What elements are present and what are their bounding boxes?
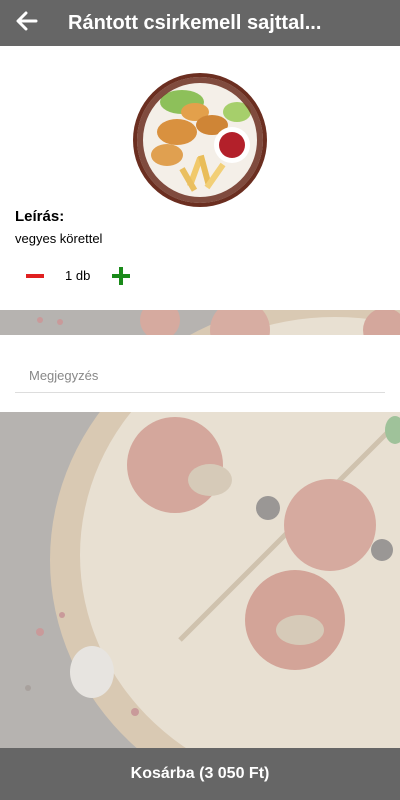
product-card: Leírás: vegyes körettel 1 db [0, 46, 400, 310]
product-image [137, 77, 263, 203]
quantity-stepper: 1 db [15, 260, 145, 290]
add-to-cart-button[interactable]: Kosárba (3 050 Ft) [0, 748, 400, 800]
back-button[interactable] [0, 0, 54, 46]
note-input[interactable] [15, 359, 385, 393]
increase-quantity-button[interactable] [110, 265, 132, 287]
description-text: vegyes körettel [15, 231, 103, 246]
quantity-value: 1 db [65, 268, 91, 283]
decrease-quantity-button[interactable] [24, 265, 46, 287]
arrow-left-icon[interactable] [16, 11, 38, 36]
top-bar: Rántott csirkemell sajttal... [0, 0, 400, 46]
minus-icon[interactable] [24, 265, 46, 287]
note-card [0, 335, 400, 412]
description-label: Leírás: [15, 208, 65, 225]
plus-icon[interactable] [110, 265, 132, 287]
add-to-cart-label: Kosárba (3 050 Ft) [130, 765, 270, 782]
page-title: Rántott csirkemell sajttal... [68, 11, 322, 34]
